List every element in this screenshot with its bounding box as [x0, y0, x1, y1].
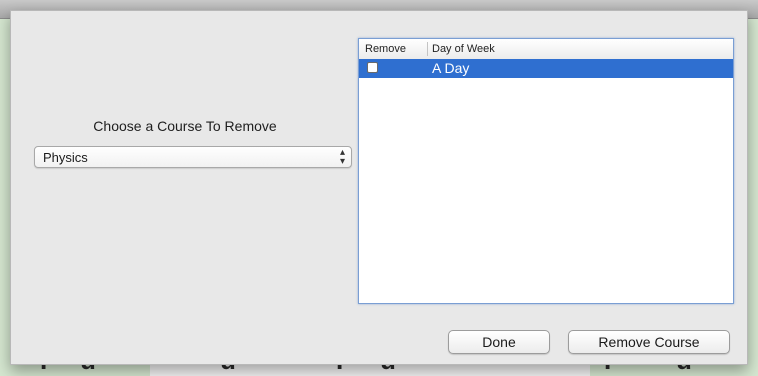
column-header-remove[interactable]: Remove — [365, 43, 406, 55]
day-of-week-table[interactable]: Remove Day of Week A Day — [358, 38, 734, 304]
course-select[interactable]: Physics ▴ ▾ — [34, 146, 352, 168]
remove-course-button[interactable]: Remove Course — [568, 330, 730, 354]
course-select-value: Physics — [43, 150, 88, 165]
column-header-day-of-week[interactable]: Day of Week — [432, 43, 495, 55]
remove-checkbox[interactable] — [367, 62, 378, 73]
table-header: Remove Day of Week — [359, 39, 733, 60]
done-button[interactable]: Done — [448, 330, 550, 354]
day-of-week-cell: A Day — [432, 60, 470, 76]
choose-course-label: Choose a Course To Remove — [93, 118, 277, 134]
updown-arrows-icon: ▴ ▾ — [339, 147, 345, 167]
column-divider — [427, 42, 428, 56]
table-row[interactable]: A Day — [359, 59, 733, 78]
